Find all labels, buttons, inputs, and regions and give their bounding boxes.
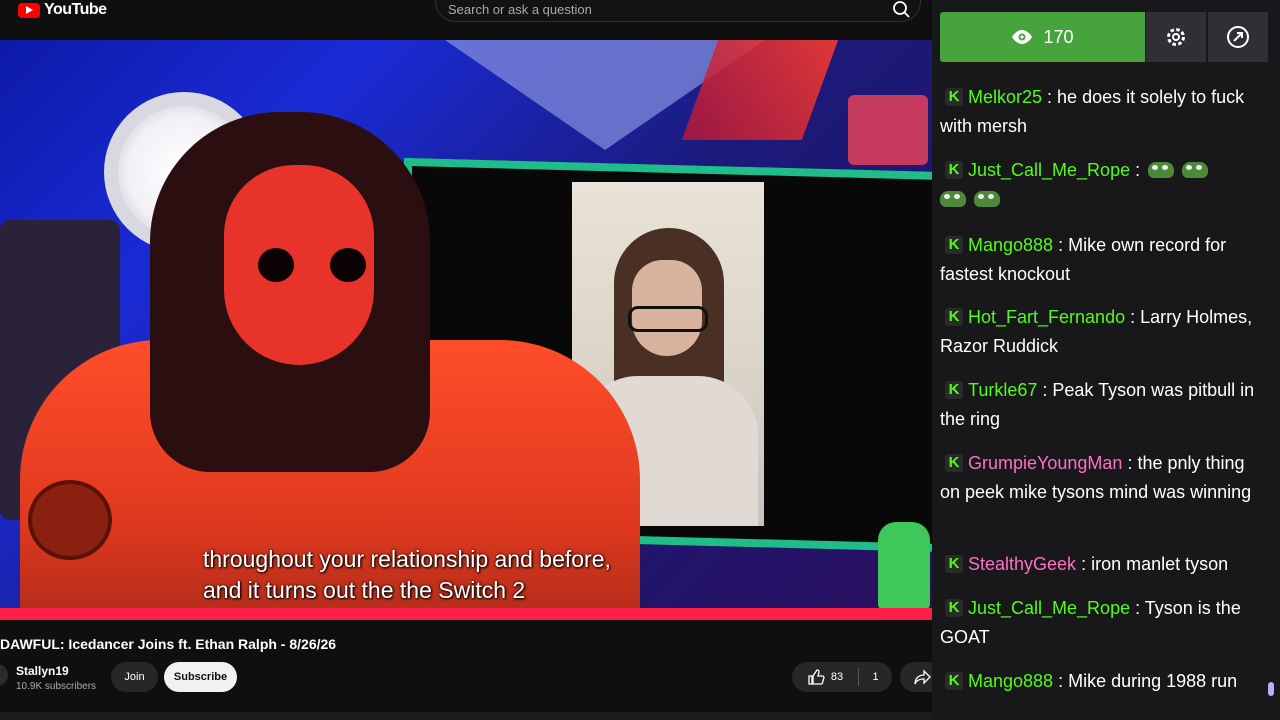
kick-badge-icon: K (945, 555, 963, 573)
host-sunglasses-right (330, 248, 366, 282)
channel-avatar[interactable] (0, 664, 8, 686)
gear-icon (1167, 28, 1185, 46)
video-progress-bar[interactable] (0, 608, 932, 620)
chat-username[interactable]: Mango888 (968, 235, 1053, 255)
chat-messages: K Melkor25 : he does it solely to fuck wi… (932, 80, 1280, 720)
kick-badge-icon: K (945, 88, 963, 106)
pepe-emote-icon (1148, 162, 1175, 178)
search-button[interactable] (890, 0, 912, 20)
search-input[interactable] (448, 2, 868, 17)
video-captions: throughout your relationship and before,… (203, 544, 611, 606)
youtube-play-icon (18, 2, 40, 18)
kick-badge-icon: K (945, 236, 963, 254)
like-dislike-bar: 83 1 (792, 662, 892, 692)
chat-username[interactable]: Just_Call_Me_Rope (968, 598, 1130, 618)
chat-message: K Turkle67 : Peak Tyson was pitbull in th… (940, 380, 1255, 429)
chat-text: iron manlet tyson (1091, 554, 1229, 574)
chat-message: K Mango888 : Mike own record for fastest … (940, 235, 1227, 284)
video-player[interactable]: throughout your relationship and before,… (0, 40, 932, 620)
chat-message: K GrumpieYoungMan : the pnly thing on pee… (940, 453, 1252, 502)
chat-popout-button[interactable] (1208, 12, 1268, 62)
chat-username[interactable]: GrumpieYoungMan (968, 453, 1122, 473)
bottom-strip (0, 712, 932, 720)
green-mascot (878, 522, 930, 610)
jacket-patch (28, 480, 112, 560)
dislike-button[interactable]: 1 (859, 662, 892, 692)
top-bar: YouTube (0, 0, 932, 40)
caption-line-2: and it turns out the the Switch 2 (203, 577, 526, 603)
like-button[interactable]: 83 (792, 662, 858, 692)
kick-badge-icon: K (945, 599, 963, 617)
pepe-emote-icon (940, 191, 966, 207)
chat-scrollbar[interactable] (1268, 682, 1274, 696)
youtube-page: YouTube throughout your relationship and… (0, 0, 940, 720)
chat-message: K StealthyGeek : iron manlet tyson (940, 550, 1258, 579)
join-button[interactable]: Join (111, 662, 158, 692)
pepe-emote-icon (1182, 162, 1209, 178)
viewer-count-button[interactable]: 170 (940, 12, 1145, 62)
kick-badge-icon: K (945, 672, 963, 690)
chat-message: K Hot_Fart_Fernando : Larry Holmes, Razor… (940, 307, 1253, 356)
pepe-emote-icon (974, 191, 1000, 207)
kick-badge-icon: K (945, 381, 963, 399)
eye-icon (1012, 30, 1033, 44)
chat-settings-button[interactable] (1146, 12, 1206, 62)
chat-username[interactable]: Mango888 (968, 671, 1053, 691)
chat-username[interactable]: StealthyGeek (968, 554, 1076, 574)
logo-text: YouTube (44, 1, 107, 18)
chat-username[interactable]: Turkle67 (968, 380, 1037, 400)
host-sunglasses-left (258, 248, 294, 282)
chat-username[interactable]: Just_Call_Me_Rope (968, 160, 1130, 180)
dislike-count: 1 (872, 671, 879, 683)
chat-username[interactable]: Melkor25 (968, 87, 1042, 107)
like-count: 83 (830, 671, 844, 683)
popout-icon (1227, 26, 1249, 48)
chat-text: Mike during 1988 run (1068, 671, 1238, 691)
channel-name[interactable]: Stallyn19 (16, 664, 69, 678)
chat-message: K Just_Call_Me_Rope : Tyson is the GOAT (940, 598, 1241, 647)
background-machine (848, 95, 928, 165)
youtube-logo[interactable]: YouTube (18, 0, 107, 20)
chat-message: K Just_Call_Me_Rope : (940, 156, 1258, 214)
subscribe-button[interactable]: Subscribe (164, 662, 237, 692)
kick-badge-icon: K (945, 161, 963, 179)
video-title: DAWFUL: Icedancer Joins ft. Ethan Ralph … (0, 636, 337, 652)
search-bar (435, 0, 921, 22)
subscriber-count: 10.9K subscribers (16, 681, 97, 692)
search-icon (893, 1, 910, 18)
chat-message: K Mango888 : Mike during 1988 run (940, 667, 1258, 696)
kick-badge-icon: K (945, 308, 963, 326)
caption-line-1: throughout your relationship and before, (203, 546, 611, 572)
chat-username[interactable]: Hot_Fart_Fernando (968, 307, 1125, 327)
thumbs-up-icon (808, 669, 825, 685)
chat-message: K Melkor25 : he does it solely to fuck wi… (940, 87, 1245, 136)
viewer-count: 170 (1043, 26, 1074, 47)
guest-glasses (628, 306, 708, 332)
kick-badge-icon: K (945, 454, 963, 472)
share-icon (914, 669, 931, 685)
chat-panel: 170 K Melkor25 : he does it solely to fuc… (932, 0, 1280, 720)
